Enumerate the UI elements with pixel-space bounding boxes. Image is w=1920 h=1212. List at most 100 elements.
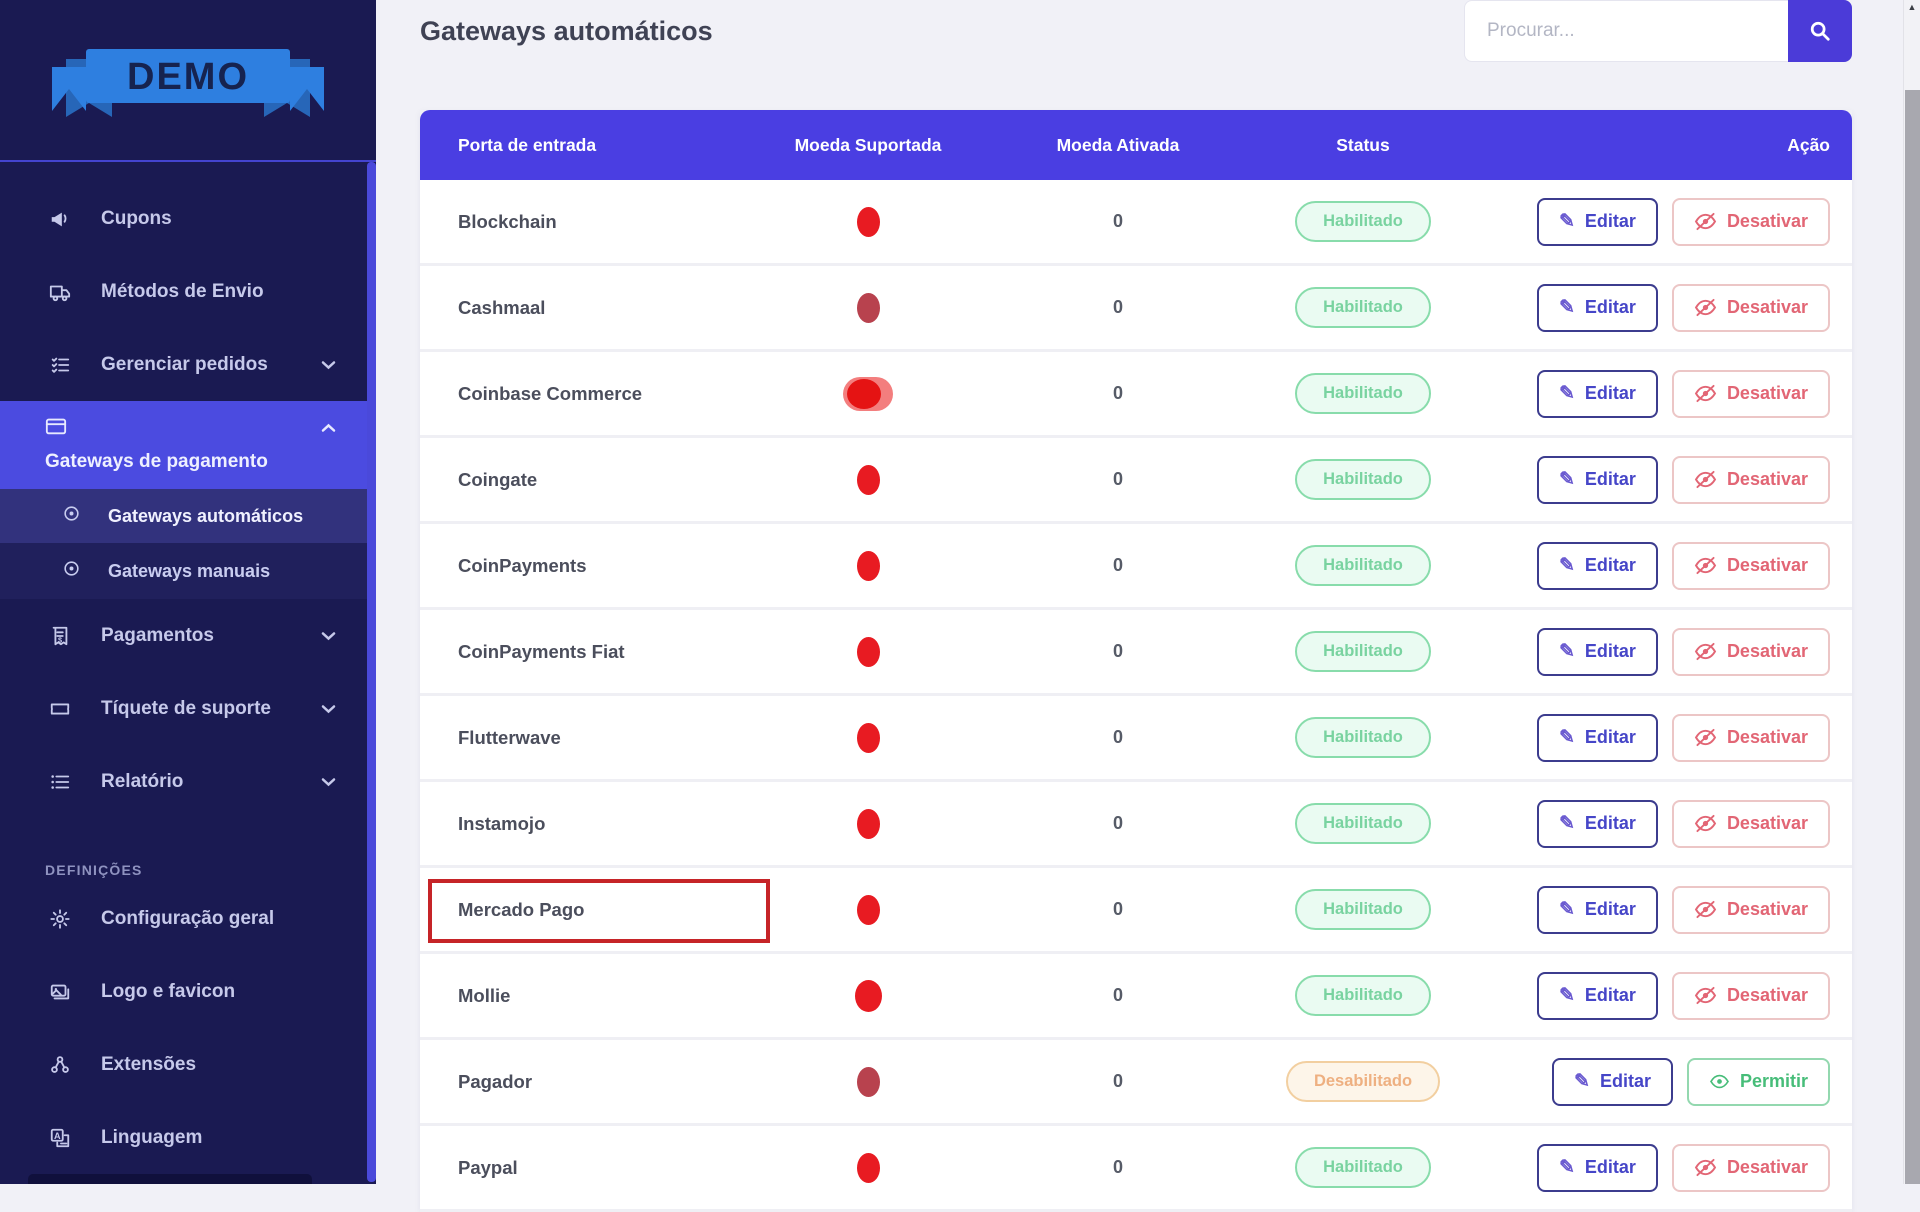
- sidebar-item-gerenciar-pedidos[interactable]: Gerenciar pedidos: [0, 328, 376, 401]
- activated-count: 0: [1113, 1071, 1123, 1092]
- eye-slash-icon: [1694, 1158, 1717, 1177]
- sidebar-item-metodos-de-envio[interactable]: Métodos de Envio: [0, 255, 376, 328]
- pencil-icon: ✎: [1559, 812, 1575, 835]
- pencil-icon: ✎: [1559, 382, 1575, 405]
- svg-text:DEMO: DEMO: [127, 56, 249, 98]
- button-label: Desativar: [1727, 899, 1808, 920]
- status-badge: Habilitado: [1295, 459, 1431, 500]
- chevron-up-icon: [321, 420, 336, 438]
- pencil-icon: ✎: [1559, 468, 1575, 491]
- button-label: Editar: [1585, 985, 1636, 1006]
- sidebar-item-gateways-de-pagamento[interactable]: Gateways de pagamento: [0, 401, 376, 489]
- sidebar-subitem-label: Gateways manuais: [108, 561, 270, 582]
- sidebar-item-cupons[interactable]: Cupons: [0, 182, 376, 255]
- desativar-button[interactable]: Desativar: [1672, 714, 1830, 762]
- status-badge: Habilitado: [1295, 287, 1431, 328]
- sidebar-item-label: Linguagem: [101, 1127, 202, 1149]
- sidebar-item-logo-e-favicon[interactable]: Logo e favicon: [0, 955, 376, 1028]
- gateway-name: Mollie: [458, 985, 510, 1007]
- desativar-button[interactable]: Desativar: [1672, 198, 1830, 246]
- currency-dot-icon: [857, 207, 880, 237]
- gateway-name: Pagador: [458, 1071, 532, 1093]
- action-buttons: ✎Editar Desativar: [1518, 954, 1830, 1037]
- activated-count: 0: [1113, 985, 1123, 1006]
- sidebar-item-label: Métodos de Envio: [101, 281, 264, 303]
- table-row: Pagador 0 Desabilitado ✎EditarPermitir: [420, 1040, 1852, 1126]
- column-header: Ação: [1518, 135, 1830, 156]
- gear-icon: [45, 908, 75, 930]
- eye-slash-icon: [1694, 470, 1717, 489]
- editar-button[interactable]: ✎Editar: [1537, 370, 1658, 418]
- table-row: Instamojo 0 Habilitado ✎EditarDesativar: [420, 782, 1852, 868]
- sidebar-item-extensoes[interactable]: Extensões: [0, 1028, 376, 1101]
- editar-button[interactable]: ✎Editar: [1537, 1144, 1658, 1192]
- desativar-button[interactable]: Desativar: [1672, 370, 1830, 418]
- status-badge: Habilitado: [1295, 201, 1431, 242]
- pencil-icon: ✎: [1559, 898, 1575, 921]
- desativar-button[interactable]: Desativar: [1672, 456, 1830, 504]
- page-scrollbar[interactable]: ▲: [1903, 0, 1920, 1184]
- sidebar-subitem-gateways-manuais[interactable]: Gateways manuais: [0, 543, 376, 599]
- sidebar: DEMO Cupons Métodos de Envio Gerenciar p…: [0, 0, 376, 1184]
- editar-button[interactable]: ✎ Editar: [1537, 456, 1658, 504]
- pencil-icon: ✎: [1559, 210, 1575, 233]
- button-label: Editar: [1585, 469, 1636, 490]
- editar-button[interactable]: ✎Editar: [1537, 714, 1658, 762]
- desativar-button[interactable]: Desativar: [1672, 628, 1830, 676]
- button-label: Editar: [1585, 727, 1636, 748]
- desativar-button[interactable]: Desativar: [1672, 800, 1830, 848]
- editar-button[interactable]: ✎Editar: [1537, 542, 1658, 590]
- sidebar-subitem-gateways-automaticos[interactable]: Gateways automáticos: [0, 489, 376, 543]
- gateway-name: Coinbase Commerce: [458, 383, 642, 405]
- table-row: Coinbase Commerce 0 Habilitado ✎EditarDe…: [420, 352, 1852, 438]
- desativar-button[interactable]: Desativar: [1672, 886, 1830, 934]
- sidebar-item-configuracao-geral[interactable]: Configuração geral: [0, 882, 376, 955]
- search-input[interactable]: [1464, 0, 1788, 62]
- search-button[interactable]: [1788, 0, 1852, 62]
- button-label: Desativar: [1727, 727, 1808, 748]
- gateway-name: Coingate: [458, 469, 537, 491]
- editar-button[interactable]: ✎ Editar: [1537, 800, 1658, 848]
- desativar-button[interactable]: Desativar: [1672, 284, 1830, 332]
- editar-button[interactable]: ✎Editar: [1537, 284, 1658, 332]
- scrollbar-up-arrow[interactable]: ▲: [1904, 2, 1920, 12]
- editar-button[interactable]: ✎Editar: [1537, 972, 1658, 1020]
- sidebar-item-pagamentos[interactable]: $ Pagamentos: [0, 599, 376, 672]
- desativar-button[interactable]: Desativar: [1672, 542, 1830, 590]
- report-icon: [45, 771, 75, 793]
- editar-button[interactable]: ✎Editar: [1537, 628, 1658, 676]
- ticket-icon: [45, 698, 75, 720]
- table-row: Blockchain 0 Habilitado ✎EditarDesativar: [420, 180, 1852, 266]
- currency-dot-icon: [857, 293, 880, 323]
- eye-slash-icon: [1694, 384, 1717, 403]
- desativar-button[interactable]: Desativar: [1672, 1144, 1830, 1192]
- currency-dot-icon: [843, 377, 893, 411]
- sidebar-item-label: Configuração geral: [101, 908, 274, 930]
- table-body: Blockchain 0 Habilitado ✎EditarDesativar…: [420, 180, 1852, 1212]
- button-label: Editar: [1585, 813, 1636, 834]
- sidebar-subitem-label: Gateways automáticos: [108, 506, 303, 527]
- editar-button[interactable]: ✎Editar: [1552, 1058, 1673, 1106]
- eye-slash-icon: [1694, 212, 1717, 231]
- gateway-name: Flutterwave: [458, 727, 561, 749]
- scrollbar-thumb[interactable]: [1905, 90, 1920, 1184]
- status-badge: Habilitado: [1295, 717, 1431, 758]
- editar-button[interactable]: ✎Editar: [1537, 886, 1658, 934]
- desativar-button[interactable]: Desativar: [1672, 972, 1830, 1020]
- button-label: Desativar: [1727, 469, 1808, 490]
- permitir-button[interactable]: Permitir: [1687, 1058, 1830, 1106]
- truck-icon: [45, 281, 75, 303]
- sidebar-item-linguagem[interactable]: A Linguagem: [0, 1101, 376, 1174]
- button-label: Editar: [1585, 555, 1636, 576]
- sidebar-item-relatorio[interactable]: Relatório: [0, 745, 376, 818]
- editar-button[interactable]: ✎Editar: [1537, 198, 1658, 246]
- status-badge: Habilitado: [1295, 889, 1431, 930]
- table-row: Flutterwave 0 Habilitado ✎EditarDesativa…: [420, 696, 1852, 782]
- svg-text:$: $: [58, 635, 62, 644]
- action-buttons: ✎Editar Desativar: [1518, 524, 1830, 607]
- table-header-row: Porta de entrada Moeda Suportada Moeda A…: [420, 110, 1852, 180]
- sidebar-item-label: Gerenciar pedidos: [101, 354, 268, 376]
- svg-text:A: A: [54, 1130, 61, 1140]
- sidebar-item-tiquete-de-suporte[interactable]: Tíquete de suporte: [0, 672, 376, 745]
- currency-dot-icon: [857, 465, 880, 495]
